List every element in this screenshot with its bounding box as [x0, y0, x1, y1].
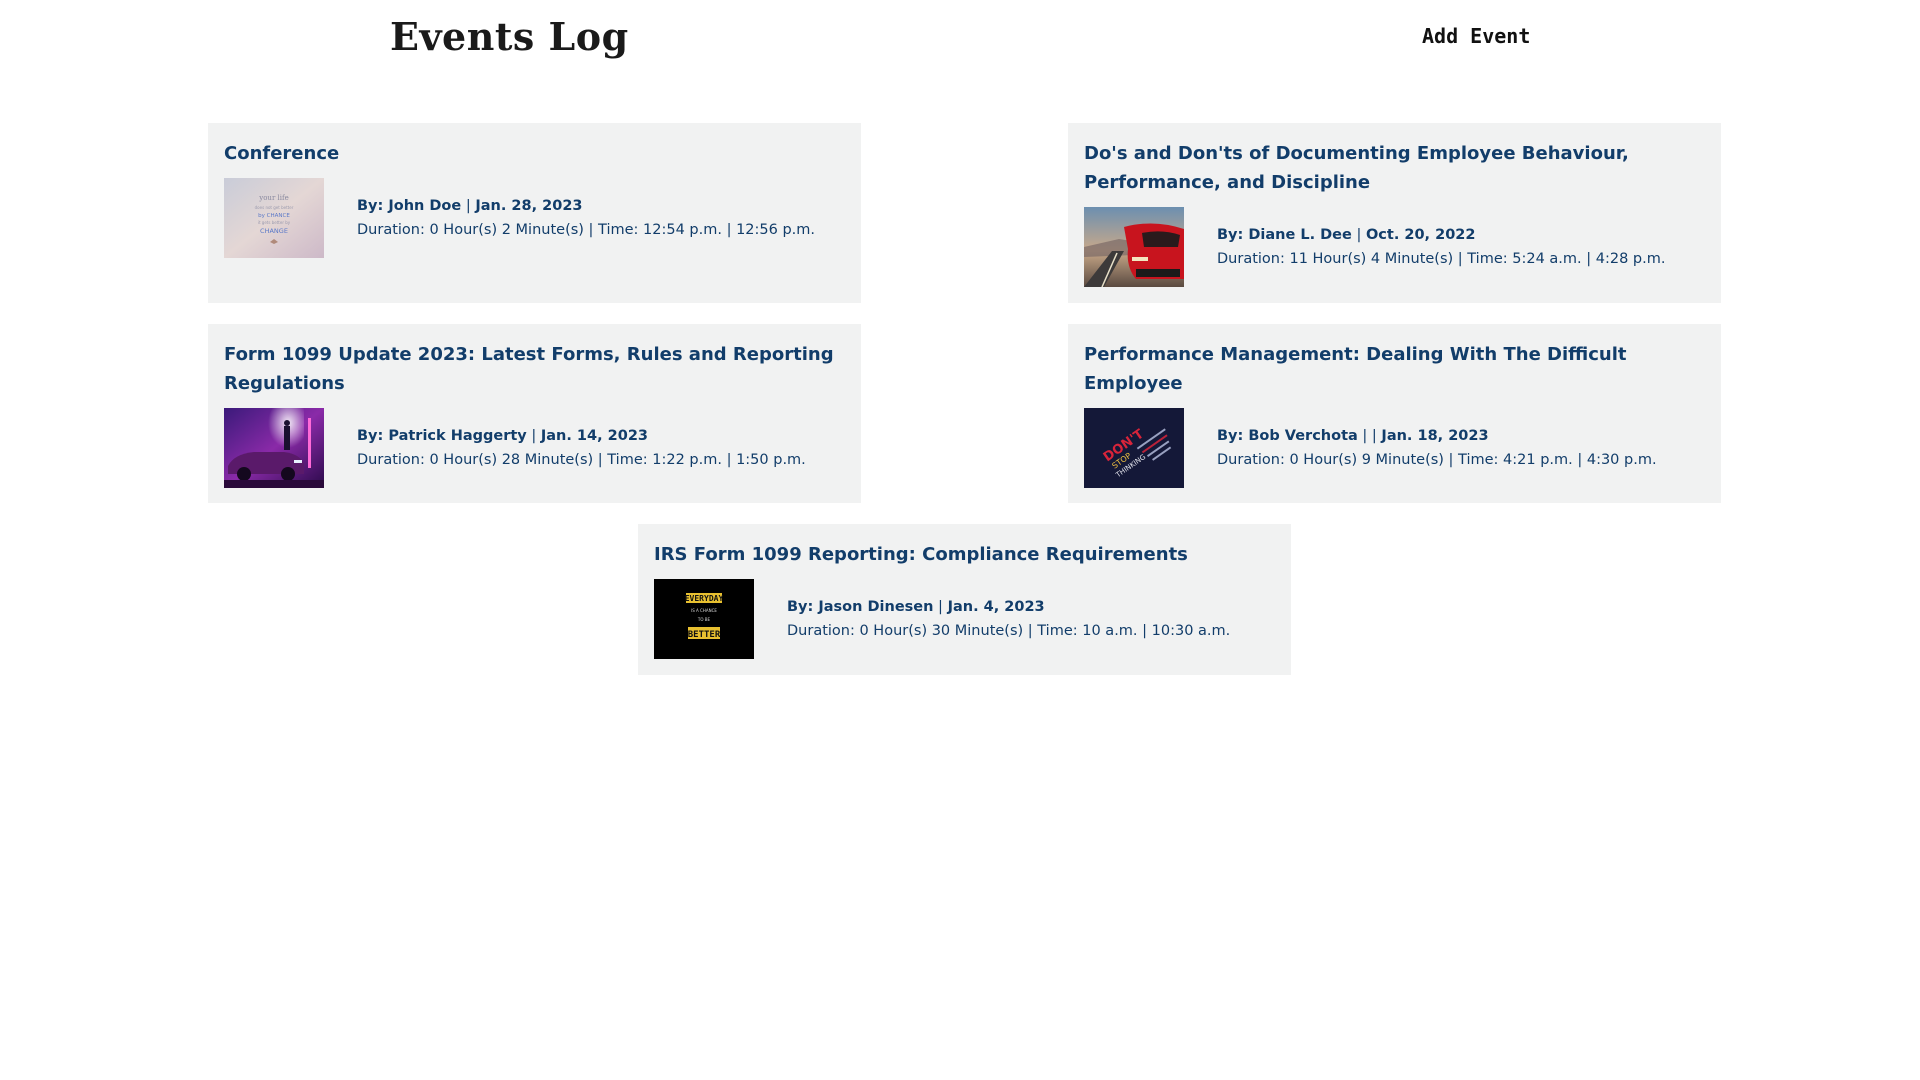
add-event-link[interactable]: Add Event — [1422, 24, 1530, 48]
event-byline: By: Bob Verchota | | Jan. 18, 2023 — [1217, 424, 1657, 448]
event-card: IRS Form 1099 Reporting: Compliance Requ… — [638, 524, 1291, 675]
event-date: Jan. 4, 2023 — [947, 599, 1045, 615]
event-byline: By: Jason Dinesen | Jan. 4, 2023 — [787, 595, 1230, 619]
event-body: By: Patrick Haggerty | Jan. 14, 2023 Dur… — [224, 408, 845, 488]
event-meta: By: Bob Verchota | | Jan. 18, 2023 Durat… — [1217, 424, 1657, 472]
event-body: By: Diane L. Dee | Oct. 20, 2022 Duratio… — [1084, 207, 1705, 287]
red-car-road-image — [1084, 207, 1184, 287]
event-byline: By: Diane L. Dee | Oct. 20, 2022 — [1217, 223, 1665, 247]
event-card: Do's and Don'ts of Documenting Employee … — [1068, 123, 1721, 303]
byline-separator: | — [526, 428, 541, 444]
event-author: By: Jason Dinesen — [787, 599, 934, 615]
event-thumbnail[interactable]: EVERYDAY IS A CHANCE TO BE BETTER — [654, 579, 754, 659]
event-author: By: Bob Verchota — [1217, 428, 1358, 444]
event-details: Duration: 0 Hour(s) 28 Minute(s) | Time:… — [357, 452, 806, 468]
event-details: Duration: 0 Hour(s) 9 Minute(s) | Time: … — [1217, 452, 1657, 468]
event-thumbnail[interactable] — [224, 408, 324, 488]
event-details: Duration: 0 Hour(s) 2 Minute(s) | Time: … — [357, 222, 816, 238]
byline-separator: | — [461, 198, 476, 214]
your-life-change-image: your life does not get better by CHANCE … — [224, 178, 324, 258]
event-author: By: John Doe — [357, 198, 462, 214]
event-meta: By: John Doe | Jan. 28, 2023 Duration: 0… — [357, 194, 815, 242]
event-meta: By: Patrick Haggerty | Jan. 14, 2023 Dur… — [357, 424, 806, 472]
byline-separator: | | — [1357, 428, 1382, 444]
event-date: Oct. 20, 2022 — [1365, 227, 1476, 243]
byline-separator: | — [1351, 227, 1366, 243]
thumb-line: EVERYDAY — [685, 594, 724, 603]
thumb-line: CHANGE — [260, 227, 288, 235]
byline-separator: | — [933, 599, 948, 615]
event-meta: By: Jason Dinesen | Jan. 4, 2023 Duratio… — [787, 595, 1230, 643]
event-card: Form 1099 Update 2023: Latest Forms, Rul… — [208, 324, 861, 503]
event-author: By: Diane L. Dee — [1217, 227, 1352, 243]
purple-car-neon-image — [224, 408, 324, 488]
event-meta: By: Diane L. Dee | Oct. 20, 2022 Duratio… — [1217, 223, 1665, 271]
event-date: Jan. 18, 2023 — [1381, 428, 1489, 444]
event-body: DON'T STOP THINKING By: Bob Verchota | |… — [1084, 408, 1705, 488]
event-title[interactable]: Conference — [224, 139, 845, 168]
event-date: Jan. 14, 2023 — [540, 428, 649, 444]
event-body: EVERYDAY IS A CHANCE TO BE BETTER By: Ja… — [654, 579, 1275, 659]
page-title: Events Log — [390, 14, 629, 59]
thumb-line: does not get better — [255, 205, 294, 210]
events-log-page: Events Log Add Event Conference your lif… — [0, 0, 1920, 1080]
thumb-line: BETTER — [688, 630, 721, 640]
thumb-line: by CHANCE — [258, 213, 290, 219]
event-card: Conference your life does not get better… — [208, 123, 861, 303]
thumb-line: it gets better by — [258, 220, 291, 225]
event-thumbnail[interactable]: DON'T STOP THINKING — [1084, 408, 1184, 488]
dont-stop-typography-image: DON'T STOP THINKING — [1084, 408, 1184, 488]
event-date: Jan. 28, 2023 — [475, 198, 583, 214]
thumb-line: IS A CHANCE — [691, 608, 717, 613]
event-thumbnail[interactable] — [1084, 207, 1184, 287]
everyday-better-image: EVERYDAY IS A CHANCE TO BE BETTER — [654, 579, 754, 659]
event-details: Duration: 0 Hour(s) 30 Minute(s) | Time:… — [787, 623, 1231, 639]
event-byline: By: John Doe | Jan. 28, 2023 — [357, 194, 815, 218]
event-author: By: Patrick Haggerty — [357, 428, 527, 444]
event-title[interactable]: Do's and Don'ts of Documenting Employee … — [1084, 139, 1705, 197]
thumb-line: your life — [258, 194, 288, 202]
event-title[interactable]: Performance Management: Dealing With The… — [1084, 340, 1705, 398]
event-card: Performance Management: Dealing With The… — [1068, 324, 1721, 503]
thumb-line: TO BE — [697, 617, 711, 622]
event-body: your life does not get better by CHANCE … — [224, 178, 845, 258]
event-byline: By: Patrick Haggerty | Jan. 14, 2023 — [357, 424, 806, 448]
event-thumbnail[interactable]: your life does not get better by CHANCE … — [224, 178, 324, 258]
event-details: Duration: 11 Hour(s) 4 Minute(s) | Time:… — [1217, 251, 1666, 267]
event-title[interactable]: Form 1099 Update 2023: Latest Forms, Rul… — [224, 340, 845, 398]
event-title[interactable]: IRS Form 1099 Reporting: Compliance Requ… — [654, 540, 1275, 569]
